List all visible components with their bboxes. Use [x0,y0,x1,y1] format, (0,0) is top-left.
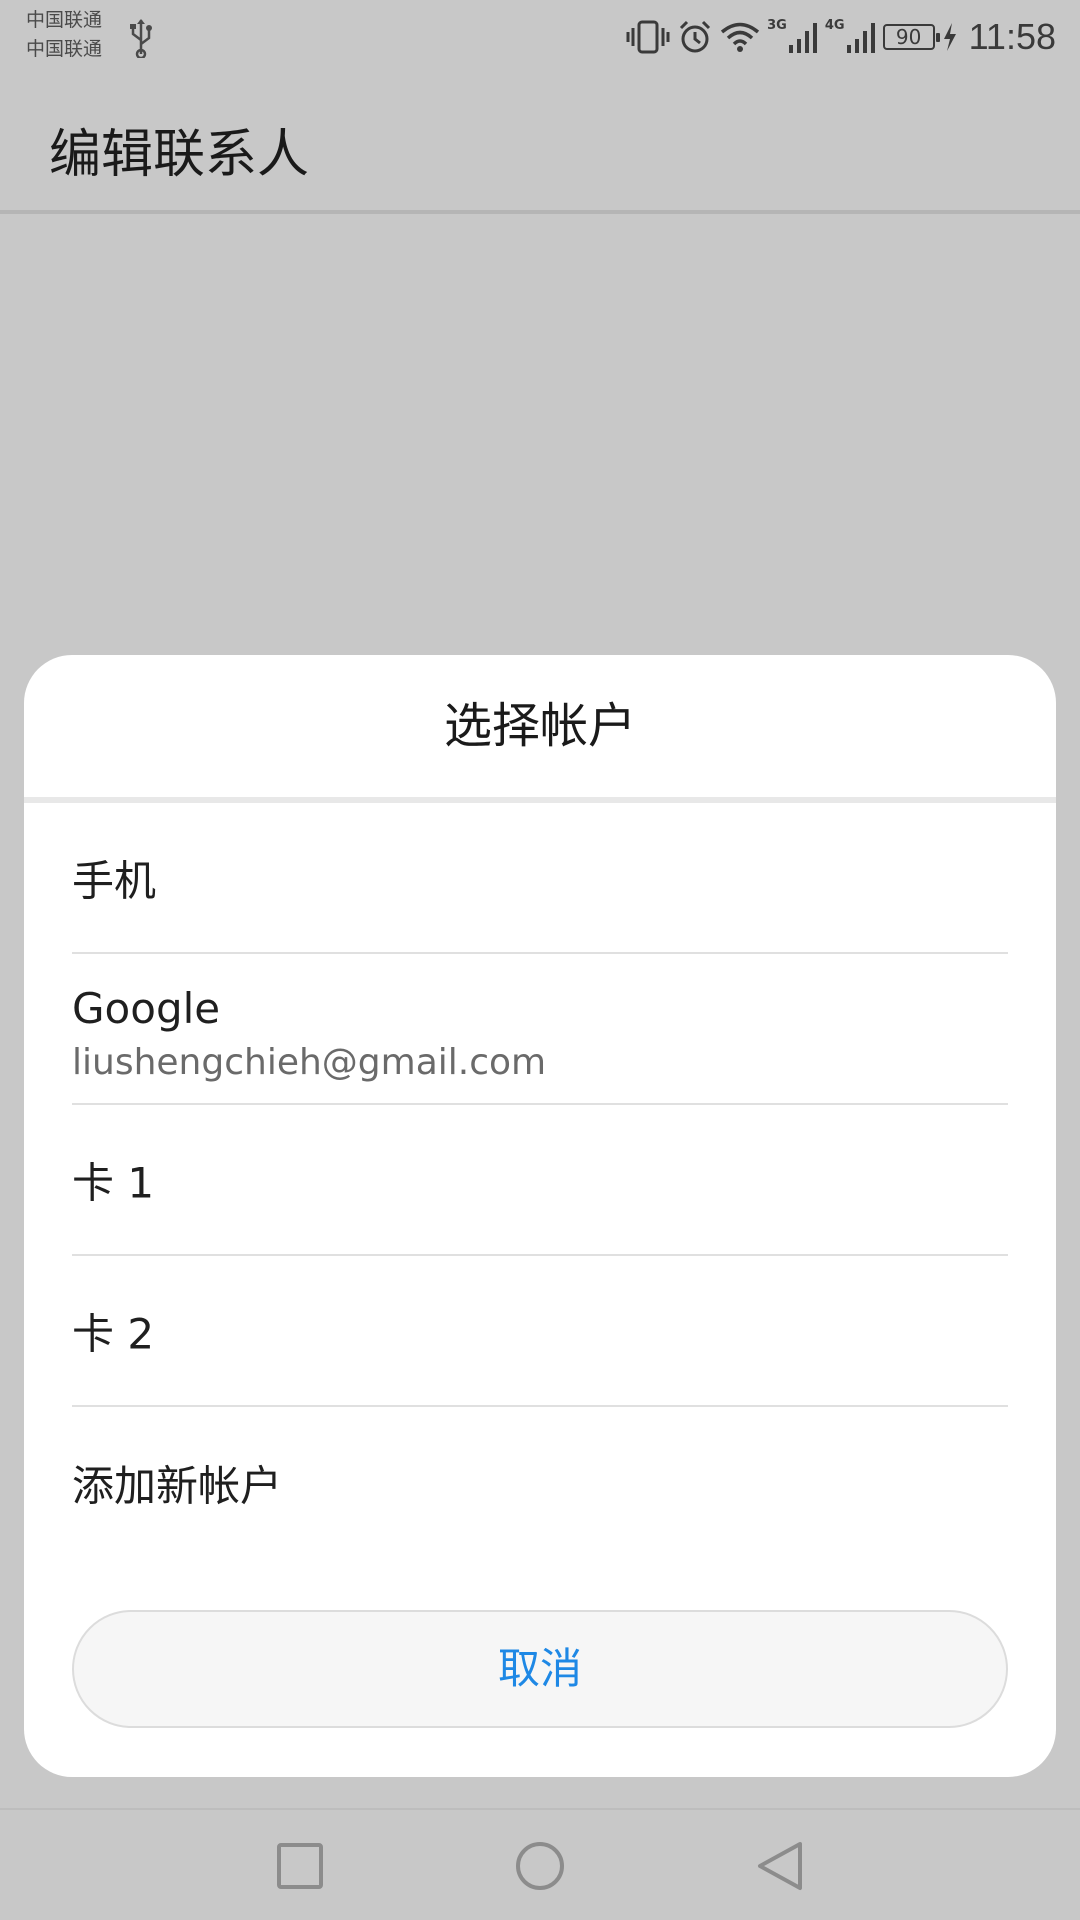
signal-icon [788,23,817,53]
add-account-item[interactable]: 添加新帐户 [72,1407,1008,1558]
vibrate-icon [626,20,670,54]
battery-level: 90 [895,25,922,49]
account-item-phone[interactable]: 手机 [72,803,1008,954]
account-item-label: 卡 2 [72,1309,155,1358]
wifi-icon [721,22,760,52]
network-1-label: 3G [767,17,787,33]
signal-icon [846,23,875,53]
account-item-sim-2[interactable]: 卡 2 [72,1256,1008,1407]
recent-apps-icon[interactable] [270,1836,330,1896]
dialog-title: 选择帐户 [443,698,636,754]
back-icon[interactable] [750,1836,810,1896]
navigation-bar [0,1808,1080,1920]
charging-icon [943,23,956,51]
app-bar: 编辑联系人 [0,72,1080,212]
status-bar: 中国联通 中国联通 3G 4G 90 11:58 [0,0,1080,72]
select-account-dialog: 选择帐户 手机 Google liushengchieh@gmail.com 卡… [24,655,1056,1777]
page-title: 编辑联系人 [49,125,310,185]
battery-icon: 90 [882,24,940,50]
account-item-label: 卡 1 [72,1158,155,1207]
account-list: 手机 Google liushengchieh@gmail.com 卡 1 卡 … [72,803,1008,1558]
account-item-sim-1[interactable]: 卡 1 [72,1105,1008,1256]
account-item-label: 手机 [72,856,157,905]
carrier-info: 中国联通 中国联通 [26,6,102,64]
account-email: liushengchieh@gmail.com [72,1042,547,1083]
account-item-label: Google [72,984,221,1033]
home-icon[interactable] [510,1836,570,1896]
account-item-google[interactable]: Google liushengchieh@gmail.com [72,954,1008,1105]
clock: 11:58 [968,16,1056,57]
network-2-label: 4G [824,17,845,33]
carrier-1-label: 中国联通 [26,9,103,31]
app-bar-divider [0,210,1080,214]
carrier-2-label: 中国联通 [26,38,103,60]
usb-icon [130,19,152,58]
cancel-button[interactable]: 取消 [72,1610,1008,1728]
alarm-icon [680,20,711,53]
status-icons: 3G 4G 90 11:58 [626,12,1056,62]
account-item-label: 添加新帐户 [72,1461,283,1510]
